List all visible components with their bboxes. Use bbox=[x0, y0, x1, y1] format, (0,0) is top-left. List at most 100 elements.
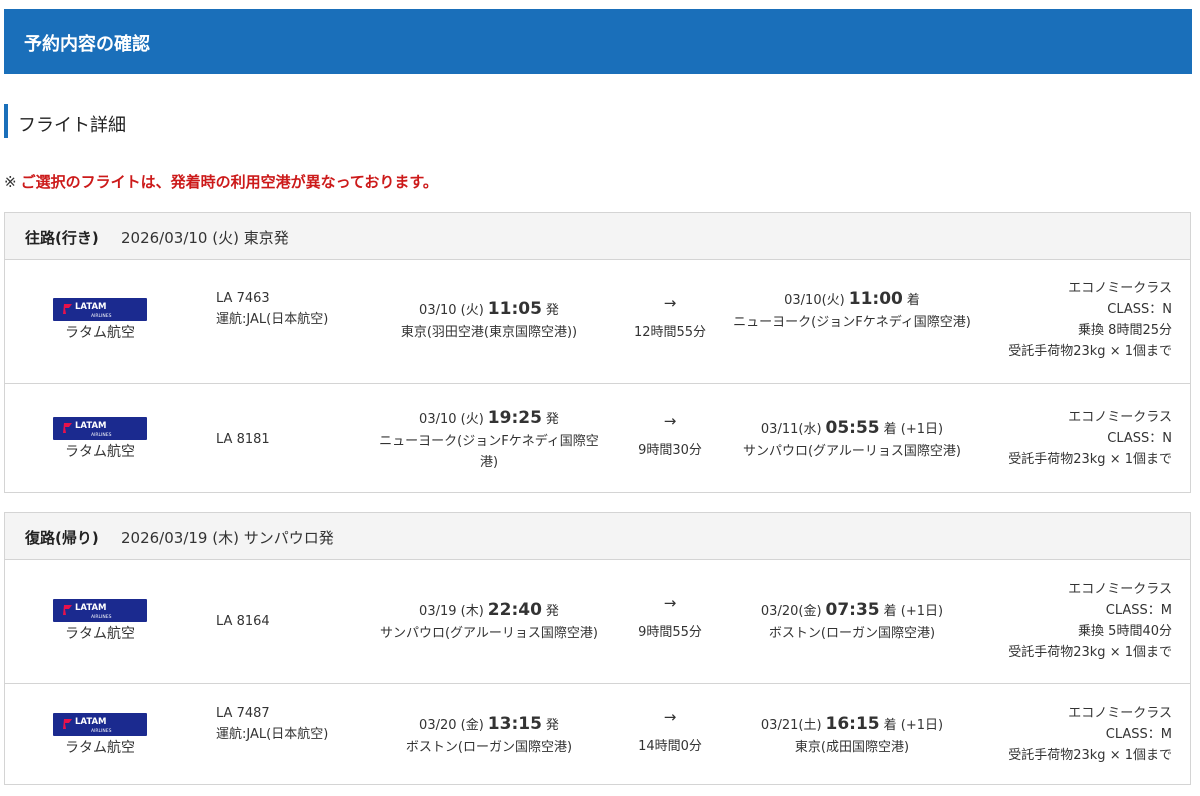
flight-number-block: LA 7487 運航:JAL(日本航空) bbox=[216, 703, 346, 745]
cabin-class: エコノミークラス bbox=[1068, 706, 1172, 721]
return-header: 復路(帰り) 2026/03/19 (木) サンパウロ発 bbox=[5, 513, 1190, 560]
arrival: 03/11(水) 05:55 着 (+1日) サンパウロ(グアルーリョス国際空港) bbox=[725, 417, 979, 462]
logo-sub: AIRLINES bbox=[91, 313, 112, 319]
arr-time: 05:55 bbox=[825, 418, 880, 438]
dep-suffix: 発 bbox=[545, 303, 559, 318]
baggage-allowance: 受託手荷物23kg × 1個まで bbox=[1008, 645, 1172, 660]
flight-number: LA 8164 bbox=[216, 614, 270, 629]
arrival: 03/20(金) 07:35 着 (+1日) ボストン(ローガン国際空港) bbox=[725, 599, 979, 644]
dep-suffix: 発 bbox=[545, 412, 559, 427]
booking-class: CLASS：M bbox=[1105, 603, 1172, 618]
airline-name: ラタム航空 bbox=[65, 626, 135, 642]
departure: 03/10 (火) 19:25 発 ニューヨーク(ジョンFケネディ国際空港) bbox=[373, 407, 605, 473]
arr-time: 11:00 bbox=[848, 289, 903, 309]
arr-time: 16:15 bbox=[825, 714, 880, 734]
latam-logo: LATAM AIRLINES bbox=[53, 298, 147, 321]
segment-duration: → 9時間30分 bbox=[615, 411, 725, 458]
arr-date: 03/11(水) bbox=[760, 422, 822, 437]
departure: 03/19 (木) 22:40 発 サンパウロ(グアルーリョス国際空港) bbox=[373, 599, 605, 644]
dep-suffix: 発 bbox=[545, 604, 559, 619]
dep-time: 13:15 bbox=[487, 714, 542, 734]
flight-number-block: LA 8181 bbox=[216, 429, 346, 450]
arr-airport: 東京(成田国際空港) bbox=[794, 740, 910, 755]
flight-number-block: LA 8164 bbox=[216, 611, 346, 632]
arrival: 03/21(土) 16:15 着 (+1日) 東京(成田国際空港) bbox=[725, 713, 979, 758]
segment-duration: → 9時間55分 bbox=[615, 593, 725, 640]
segment-duration: → 14時間0分 bbox=[615, 707, 725, 754]
dep-airport: ニューヨーク(ジョンFケネディ国際空港) bbox=[379, 434, 599, 470]
duration: 12時間55分 bbox=[633, 325, 707, 340]
dep-airport: 東京(羽田空港(東京国際空港)) bbox=[400, 325, 578, 340]
return-date: 2026/03/19 (木) サンパウロ発 bbox=[121, 529, 334, 547]
booking-class: CLASS：M bbox=[1105, 727, 1172, 742]
airline-name: ラタム航空 bbox=[65, 740, 135, 756]
latam-logo: LATAM AIRLINES bbox=[53, 417, 147, 440]
logo-sub: AIRLINES bbox=[91, 614, 112, 620]
airport-change-warning: ※ ご選択のフライトは、発着時の利用空港が異なっております。 bbox=[4, 171, 438, 192]
baggage-allowance: 受託手荷物23kg × 1個まで bbox=[1008, 344, 1172, 359]
outbound-header: 往路(行き) 2026/03/10 (火) 東京発 bbox=[5, 213, 1190, 260]
airline-name: ラタム航空 bbox=[65, 325, 135, 341]
dep-suffix: 発 bbox=[545, 718, 559, 733]
outbound-block: 往路(行き) 2026/03/10 (火) 東京発 LATAM AIRLINES … bbox=[4, 212, 1191, 493]
dep-time: 19:25 bbox=[487, 408, 542, 428]
section-title: フライト詳細 bbox=[18, 115, 126, 136]
return-block: 復路(帰り) 2026/03/19 (木) サンパウロ発 LATAM AIRLIN… bbox=[4, 512, 1191, 785]
dep-time: 22:40 bbox=[487, 600, 542, 620]
departure: 03/20 (金) 13:15 発 ボストン(ローガン国際空港) bbox=[373, 713, 605, 758]
airline-name: ラタム航空 bbox=[65, 444, 135, 460]
dep-date: 03/19 (木) bbox=[419, 604, 484, 619]
arrow-right-icon: → bbox=[663, 412, 677, 430]
dep-airport: ボストン(ローガン国際空港) bbox=[405, 740, 573, 755]
flight-number-block: LA 7463 運航:JAL(日本航空) bbox=[216, 288, 346, 330]
fare-info: エコノミークラス CLASS：M 乗換 5時間40分 受託手荷物23kg × 1… bbox=[942, 579, 1172, 663]
baggage-allowance: 受託手荷物23kg × 1個まで bbox=[1008, 452, 1172, 467]
flight-segment: LATAM AIRLINES ラタム航空 LA 7487 運航:JAL(日本航空)… bbox=[5, 683, 1190, 786]
warning-mark: ※ bbox=[4, 173, 17, 191]
duration: 14時間0分 bbox=[638, 739, 702, 754]
flight-number: LA 8181 bbox=[216, 432, 270, 447]
dep-time: 11:05 bbox=[487, 299, 542, 319]
logo-brand: LATAM bbox=[75, 421, 107, 431]
page-header: 予約内容の確認 bbox=[4, 9, 1192, 74]
arr-airport: サンパウロ(グアルーリョス国際空港) bbox=[742, 444, 961, 459]
cabin-class: エコノミークラス bbox=[1068, 410, 1172, 425]
arr-date: 03/20(金) bbox=[760, 604, 822, 619]
arr-date: 03/10(火) bbox=[784, 293, 845, 308]
duration: 9時間55分 bbox=[638, 625, 702, 640]
operated-by: 運航:JAL(日本航空) bbox=[216, 727, 329, 742]
arr-suffix: 着 (+1日) bbox=[883, 604, 944, 619]
fare-info: エコノミークラス CLASS：M 受託手荷物23kg × 1個まで bbox=[942, 703, 1172, 766]
latam-logo: LATAM AIRLINES bbox=[53, 599, 147, 622]
arrow-right-icon: → bbox=[663, 594, 677, 612]
return-direction: 復路(帰り) bbox=[25, 529, 99, 547]
latam-logo: LATAM AIRLINES bbox=[53, 713, 147, 736]
dep-airport: サンパウロ(グアルーリョス国際空港) bbox=[379, 626, 598, 641]
arr-airport: ボストン(ローガン国際空港) bbox=[768, 626, 936, 641]
cabin-class: エコノミークラス bbox=[1068, 281, 1172, 296]
logo-brand: LATAM bbox=[75, 603, 107, 613]
flight-segment: LATAM AIRLINES ラタム航空 LA 7463 運航:JAL(日本航空)… bbox=[5, 260, 1190, 383]
flight-number: LA 7487 bbox=[216, 706, 270, 721]
warning-text: ご選択のフライトは、発着時の利用空港が異なっております。 bbox=[20, 173, 438, 191]
transfer-time: 乗換 5時間40分 bbox=[1078, 624, 1172, 639]
flight-segment: LATAM AIRLINES ラタム航空 LA 8181 03/10 (火) 19:… bbox=[5, 383, 1190, 494]
arr-suffix: 着 (+1日) bbox=[883, 422, 944, 437]
dep-date: 03/10 (火) bbox=[419, 412, 484, 427]
outbound-date: 2026/03/10 (火) 東京発 bbox=[121, 229, 289, 247]
outbound-direction: 往路(行き) bbox=[25, 229, 99, 247]
transfer-time: 乗換 8時間25分 bbox=[1078, 323, 1172, 338]
booking-class: CLASS：N bbox=[1107, 302, 1172, 317]
arr-suffix: 着 bbox=[906, 293, 920, 308]
arr-airport: ニューヨーク(ジョンFケネディ国際空港) bbox=[733, 315, 971, 330]
arr-time: 07:35 bbox=[825, 600, 880, 620]
arrow-right-icon: → bbox=[663, 708, 677, 726]
duration: 9時間30分 bbox=[638, 443, 702, 458]
logo-brand: LATAM bbox=[75, 302, 107, 312]
flight-segment: LATAM AIRLINES ラタム航空 LA 8164 03/19 (木) 22:… bbox=[5, 560, 1190, 683]
arrival: 03/10(火) 11:00 着 ニューヨーク(ジョンFケネディ国際空港) bbox=[725, 288, 979, 333]
fare-info: エコノミークラス CLASS：N 受託手荷物23kg × 1個まで bbox=[942, 407, 1172, 470]
logo-brand: LATAM bbox=[75, 717, 107, 727]
departure: 03/10 (火) 11:05 発 東京(羽田空港(東京国際空港)) bbox=[373, 298, 605, 343]
arr-date: 03/21(土) bbox=[760, 718, 822, 733]
